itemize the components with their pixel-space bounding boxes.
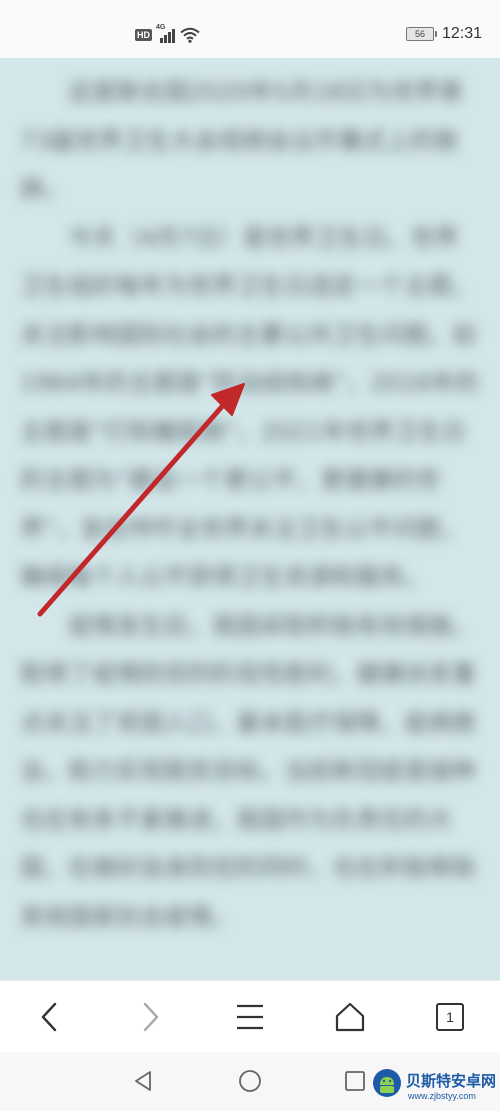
square-recents-icon (345, 1071, 365, 1091)
triangle-back-icon (135, 1071, 151, 1091)
forward-button[interactable] (120, 987, 180, 1047)
circle-home-icon (239, 1070, 261, 1092)
battery-icon: 56 (405, 27, 437, 41)
article-paragraph: 这是联合国2020年5月18日为世界第73届世界卫生大会视频会议开幕式上的致辞。 (20, 78, 463, 203)
blurred-article: 这是联合国2020年5月18日为世界第73届世界卫生大会视频会议开幕式上的致辞。… (20, 68, 482, 941)
tab-count-badge: 1 (436, 1003, 464, 1031)
hamburger-menu-icon (237, 1004, 263, 1030)
clock: 12:31 (441, 25, 482, 42)
system-home-button[interactable] (235, 1066, 265, 1096)
article-paragraph: 今天（4月7日）是世界卫生日。世界卫生组织每年为世界卫生日选定一个主题，关注影响… (20, 223, 480, 592)
chevron-right-icon (143, 1002, 159, 1032)
browser-toolbar: 1 (0, 980, 500, 1053)
hd-badge: HD (135, 29, 152, 41)
network-type-label: 4G (156, 24, 166, 31)
menu-button[interactable] (220, 987, 280, 1047)
site-watermark: 贝斯特安卓网 www.zjbstyy.com (366, 1060, 500, 1111)
web-content-area[interactable]: 这是联合国2020年5月18日为世界第73届世界卫生大会视频会议开幕式上的致辞。… (0, 58, 500, 980)
back-button[interactable] (20, 987, 80, 1047)
home-button[interactable] (320, 987, 380, 1047)
watermark-url: www.zjbstyy.com (408, 1091, 476, 1101)
watermark-name: 贝斯特安卓网 (406, 1072, 497, 1090)
system-back-button[interactable] (128, 1066, 158, 1096)
status-left-icons: HD 4G (135, 24, 200, 43)
chevron-left-icon (41, 1002, 57, 1032)
home-icon (335, 1002, 365, 1032)
status-right-icons: 56 12:31 (405, 25, 482, 43)
wifi-icon (180, 27, 200, 43)
android-logo-icon (373, 1069, 401, 1097)
screen: HD 4G 56 12:31 这是联合国2020年5月18日为世界第73届世界卫… (0, 0, 500, 1111)
status-bar: HD 4G 56 12:31 (0, 0, 500, 60)
cellular-signal-icon: 4G (156, 24, 176, 43)
tabs-button[interactable]: 1 (420, 987, 480, 1047)
article-paragraph: 疫情发生后，我国采取积极有效措施，取得了疫情防控的阶段性胜利，健康扶贫重点关注了… (20, 611, 476, 931)
